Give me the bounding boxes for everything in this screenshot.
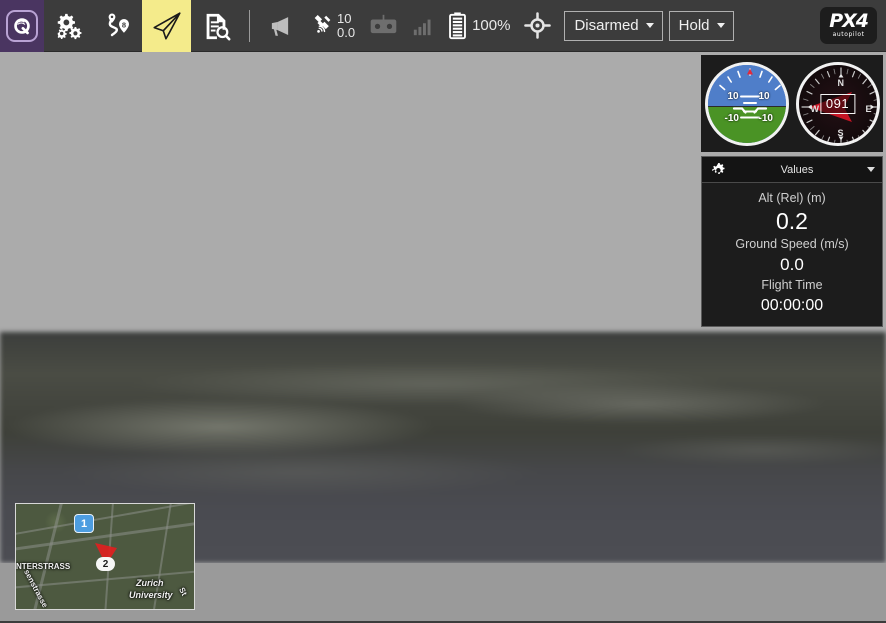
attitude-indicator[interactable]: 10 10 -10 -10 bbox=[705, 62, 789, 146]
qgc-logo-icon bbox=[6, 10, 38, 42]
crosshair-icon bbox=[524, 12, 551, 39]
battery-icon bbox=[448, 12, 467, 40]
qgc-fly-view: 8 bbox=[0, 0, 886, 623]
value-label: Flight Time bbox=[702, 276, 882, 295]
adi-pitch-label: 10 bbox=[759, 91, 770, 102]
value-row-altitude: Alt (Rel) (m) 0.2 bbox=[702, 189, 882, 235]
px4-logo-sub: autopilot bbox=[833, 32, 865, 38]
chevron-down-icon bbox=[646, 23, 654, 28]
arm-state-dropdown[interactable]: Disarmed bbox=[564, 11, 662, 41]
mini-map[interactable]: NTERSTRASS Zurich University senstrasse … bbox=[15, 503, 195, 610]
value-row-ground-speed: Ground Speed (m/s) 0.0 bbox=[702, 235, 882, 276]
px4-logo-main: PX4 bbox=[829, 12, 868, 31]
values-panel-title: Values bbox=[727, 164, 867, 176]
compass-label-east: E bbox=[866, 104, 872, 114]
indicator-gps[interactable]: 10 0.0 bbox=[301, 0, 362, 52]
adi-pitch-label: -10 bbox=[725, 113, 739, 124]
toolbar-divider bbox=[249, 10, 250, 42]
flight-mode-dropdown[interactable]: Hold bbox=[669, 11, 734, 41]
value-reading: 0.0 bbox=[702, 254, 882, 276]
svg-text:8: 8 bbox=[121, 20, 125, 29]
toolbar-button-plan[interactable]: 8 bbox=[93, 0, 142, 52]
satellite-icon bbox=[308, 12, 335, 39]
value-row-flight-time: Flight Time 00:00:00 bbox=[702, 276, 882, 316]
battery-percent: 100% bbox=[472, 17, 510, 34]
chevron-down-icon bbox=[717, 23, 725, 28]
gps-sat-count: 10 bbox=[337, 12, 355, 26]
paper-plane-icon bbox=[150, 9, 184, 43]
map-label: St bbox=[177, 586, 189, 597]
map-waypoint-1[interactable]: 1 bbox=[74, 514, 94, 533]
document-search-icon bbox=[201, 11, 231, 41]
adi-pitch-label: 10 bbox=[728, 91, 739, 102]
flight-mode-label: Hold bbox=[679, 17, 710, 34]
chevron-down-icon[interactable] bbox=[867, 167, 875, 172]
map-vehicle-marker[interactable]: 2 bbox=[92, 541, 120, 572]
gps-hdop: 0.0 bbox=[337, 26, 355, 40]
indicator-battery[interactable]: 100% bbox=[441, 0, 517, 52]
gauges-row: 10 10 -10 -10 bbox=[701, 55, 883, 152]
toolbar-button-analyze[interactable] bbox=[191, 0, 240, 52]
compass-heading-readout: 091 bbox=[820, 94, 855, 114]
compass-label-west: W bbox=[811, 104, 820, 114]
map-label: University bbox=[129, 590, 173, 600]
gear-icon[interactable] bbox=[709, 161, 727, 179]
values-panel-header[interactable]: Values bbox=[702, 157, 882, 183]
gears-icon bbox=[54, 11, 84, 41]
indicator-rc[interactable] bbox=[362, 0, 405, 52]
fly-view-stage[interactable]: NTERSTRASS Zurich University senstrasse … bbox=[0, 52, 886, 623]
compass-indicator[interactable]: N E S W 091 bbox=[796, 62, 880, 146]
main-toolbar: 8 bbox=[0, 0, 886, 52]
px4-autopilot-logo[interactable]: PX4 autopilot bbox=[820, 7, 877, 44]
megaphone-icon bbox=[266, 13, 294, 39]
toolbar-button-fly[interactable] bbox=[142, 0, 191, 52]
values-panel-body: Alt (Rel) (m) 0.2 Ground Speed (m/s) 0.0… bbox=[702, 183, 882, 326]
signal-bars-icon bbox=[412, 15, 434, 37]
value-reading: 00:00:00 bbox=[702, 296, 882, 317]
instrument-panel: 10 10 -10 -10 bbox=[701, 55, 883, 327]
toolbar-button-settings[interactable] bbox=[44, 0, 93, 52]
arm-state-label: Disarmed bbox=[574, 17, 638, 34]
value-reading: 0.2 bbox=[702, 208, 882, 234]
indicator-telemetry[interactable] bbox=[405, 0, 441, 52]
value-label: Ground Speed (m/s) bbox=[702, 235, 882, 254]
rc-controller-icon bbox=[369, 14, 398, 37]
app-logo-button[interactable] bbox=[0, 0, 44, 52]
map-label: Zurich bbox=[136, 578, 164, 588]
adi-scale-icon bbox=[708, 65, 789, 146]
compass-label-south: S bbox=[838, 128, 844, 138]
adi-pitch-label: -10 bbox=[759, 113, 773, 124]
values-panel: Values Alt (Rel) (m) 0.2 Ground Speed (m… bbox=[701, 156, 883, 327]
indicator-messages[interactable] bbox=[259, 0, 301, 52]
indicator-gps-lock[interactable] bbox=[517, 0, 558, 52]
value-label: Alt (Rel) (m) bbox=[702, 189, 882, 208]
compass-label-north: N bbox=[838, 78, 845, 88]
vehicle-id-badge: 2 bbox=[96, 557, 115, 571]
route-waypoints-icon: 8 bbox=[102, 10, 134, 42]
